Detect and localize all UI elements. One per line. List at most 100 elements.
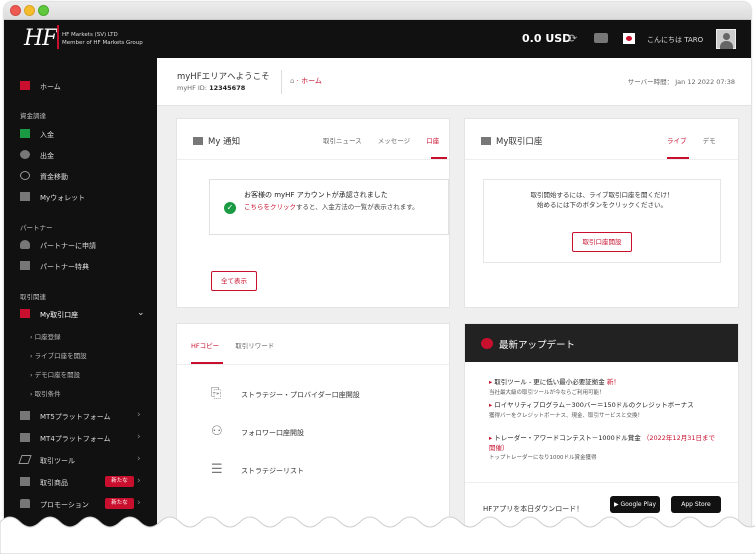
show-all-button[interactable]: 全て表示 — [211, 271, 257, 291]
message-line-2: 始めるには下のボタンをクリックください。 — [537, 201, 667, 209]
accounts-card: My取引口座 ライブ デモ 取引開始するには、ライブ取引口座を開くだけ！ 始める… — [464, 118, 739, 308]
tab-hf-copy[interactable]: HFコピー — [191, 342, 219, 350]
sidebar-section-trading: 取引関連 — [20, 293, 46, 301]
list-icon: ☰ — [211, 462, 223, 477]
grid-icon — [20, 309, 30, 318]
sidebar-item-transfer[interactable]: 資金移動 — [4, 166, 157, 186]
sidebar-item-label: ホーム — [40, 83, 61, 91]
chevron-right-icon: › — [137, 432, 141, 442]
sidebar-item-products[interactable]: 取引商品 新たな › — [4, 472, 157, 492]
products-icon — [20, 477, 30, 486]
sidebar-subitem[interactable]: › 取引条件 — [30, 388, 61, 398]
user-greeting[interactable]: こんにちは TARO — [647, 35, 703, 45]
sidebar-item-label: MT5プラットフォーム — [40, 413, 111, 421]
deposit-icon — [20, 129, 30, 138]
company-line-2: Member of HF Markets Group — [62, 40, 143, 46]
chart-icon — [20, 411, 30, 420]
sidebar-item-label: MT4プラットフォーム — [40, 435, 111, 443]
notice-title: お客様の myHF アカウントが承認されました — [244, 191, 388, 199]
sidebar-item-label: 資金移動 — [40, 173, 68, 181]
open-live-account-box: 取引開始するには、ライブ取引口座を開くだけ！ 始めるには下のボタンをクリックくだ… — [483, 179, 721, 263]
message-line-1: 取引開始するには、ライブ取引口座を開くだけ！ — [530, 191, 674, 199]
check-icon: ✓ — [224, 202, 236, 214]
tool-label: フォロワー口座開設 — [241, 429, 304, 437]
strategy-icon: ⎘ — [211, 386, 222, 401]
myhf-id-label: myHF ID: — [177, 84, 207, 92]
sidebar-subitem[interactable]: › デモ口座を開設 — [30, 369, 80, 379]
news-item[interactable]: ▸ トレーダー・アワードコンテスト－1000ドル賞金 （2022年12月31日まで… — [489, 434, 719, 464]
home-icon[interactable]: ⌂ — [290, 77, 294, 85]
sidebar-subitem-label: 取引条件 — [34, 390, 61, 398]
open-trading-account-button[interactable]: 取引口座開設 — [572, 232, 632, 252]
breadcrumb-home[interactable]: ホーム — [301, 77, 322, 85]
accounts-title-text: My取引口座 — [496, 137, 543, 147]
tab-trade-rewards[interactable]: 取引リワード — [235, 342, 274, 350]
tab-demo[interactable]: デモ — [703, 137, 716, 145]
japan-flag-icon[interactable] — [623, 33, 635, 44]
myhf-id-value: 12345678 — [209, 84, 246, 92]
sidebar-item-my-accounts[interactable]: My取引口座 ⌄ — [4, 304, 157, 324]
notice-link[interactable]: こちらをクリック — [244, 203, 296, 211]
news-item-sub: 当社最大級の取引ツールが今ならご利用可能！ — [489, 389, 605, 396]
avatar[interactable] — [716, 29, 736, 49]
sidebar-item-partner-benefits[interactable]: パートナー特典 — [4, 256, 157, 276]
home-icon — [20, 81, 30, 90]
chevron-right-icon: › — [137, 476, 141, 486]
chart-icon — [20, 433, 30, 442]
mail-icon — [193, 137, 203, 145]
sidebar-item-mt4[interactable]: MT4プラットフォーム › — [4, 428, 157, 448]
sidebar-item-label: Myウォレット — [40, 194, 86, 202]
sidebar-subitem[interactable]: › 口座登録 — [30, 331, 61, 341]
news-new-label: 新！ — [606, 378, 620, 386]
tab-account[interactable]: 口座 — [426, 137, 439, 145]
tab-messages[interactable]: メッセージ — [378, 137, 410, 145]
chevron-right-icon: › — [137, 498, 141, 508]
app-store-label: App Store — [681, 501, 711, 508]
sidebar-item-partner-apply[interactable]: パートナーに申請 — [4, 235, 157, 255]
chat-icon[interactable] — [594, 33, 608, 43]
sidebar-item-mt5[interactable]: MT5プラットフォーム › — [4, 406, 157, 426]
notice-body: すると、入金方法の一覧が表示されます。 — [296, 203, 419, 211]
notice-text: こちらをクリックすると、入金方法の一覧が表示されます。 — [244, 202, 440, 212]
copy-tabs: HFコピー 取引リワード — [177, 340, 274, 350]
chevron-right-icon: › — [137, 454, 141, 464]
sidebar-section-funds: 資金調達 — [20, 112, 46, 120]
sidebar-item-deposit[interactable]: 入金 — [4, 124, 157, 144]
refresh-icon[interactable]: ⟳ — [568, 32, 577, 45]
minimize-window-button[interactable] — [24, 5, 35, 16]
maximize-window-button[interactable] — [38, 5, 49, 16]
hf-logo[interactable]: HF — [24, 25, 60, 51]
news-item-sub: 獲得バーをクレジットボーナス、現金、取引サービスと交換！ — [489, 412, 644, 419]
tab-live[interactable]: ライブ — [667, 137, 687, 145]
accounts-tabs: ライブ デモ — [653, 135, 716, 145]
tab-trade-news[interactable]: 取引ニュース — [323, 137, 362, 145]
sidebar-subitem[interactable]: › ライブ口座を開設 — [30, 350, 87, 360]
sidebar-item-home[interactable]: ホーム — [4, 76, 157, 96]
accounts-title: My取引口座 — [481, 135, 542, 147]
page-title: myHFエリアへようこそ — [177, 72, 270, 82]
main-content: myHFエリアへようこそ myHF ID: 12345678 ⌂ · ホーム サ… — [157, 58, 751, 552]
sidebar-item-label: 出金 — [40, 152, 54, 160]
sidebar-item-label: パートナーに申請 — [40, 242, 96, 250]
sidebar-item-withdraw[interactable]: 出金 — [4, 145, 157, 165]
news-item-sub: トップトレーダーになり1000ドル賞金獲得 — [489, 455, 597, 461]
new-badge: 新たな — [105, 476, 134, 487]
torn-edge-decoration — [0, 516, 755, 554]
window-titlebar — [4, 2, 751, 20]
sidebar-item-wallet[interactable]: Myウォレット — [4, 187, 157, 207]
sidebar-item-tools[interactable]: 取引ツール › — [4, 450, 157, 470]
sidebar-item-label: My取引口座 — [40, 311, 79, 319]
close-window-button[interactable] — [10, 5, 21, 16]
grid-icon — [481, 137, 491, 145]
news-item[interactable]: ▸ ロイヤリティプログラム－300バー＝150ドルのクレジットボーナス 獲得バーを… — [489, 401, 719, 421]
transfer-icon — [20, 171, 30, 180]
sidebar-subitem-label: デモ口座を開設 — [34, 371, 81, 379]
news-item[interactable]: ▸ 取引ツール - 更に低い最小必要証拠金 新！ 当社最大級の取引ツールが今ならご… — [489, 378, 719, 398]
sidebar-item-label: 取引商品 — [40, 479, 68, 487]
tools-icon — [18, 455, 32, 464]
sidebar-item-label: 取引ツール — [40, 457, 75, 465]
myhf-id: myHF ID: 12345678 — [177, 84, 245, 92]
sidebar-subitem-label: 口座登録 — [34, 333, 61, 341]
news-item-title: トレーダー・アワードコンテスト－1000ドル賞金 — [494, 434, 641, 442]
page-header: myHFエリアへようこそ myHF ID: 12345678 ⌂ · ホーム サ… — [157, 58, 751, 106]
